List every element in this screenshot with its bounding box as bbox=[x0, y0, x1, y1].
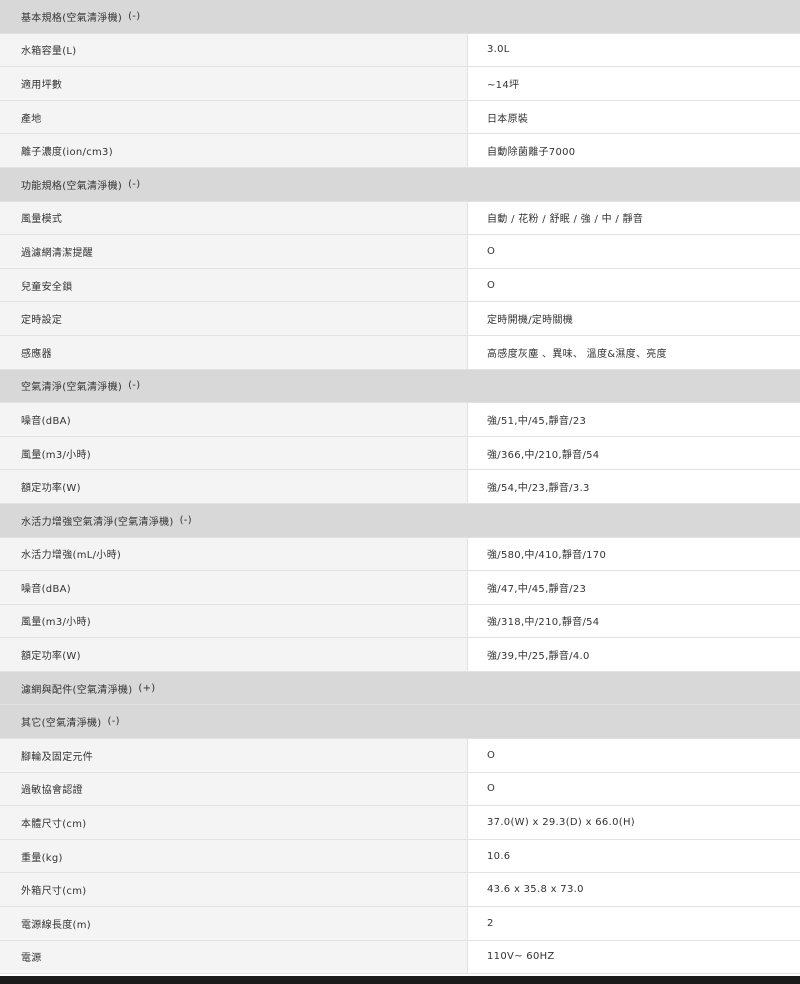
spec-value: O bbox=[468, 268, 800, 302]
spec-row: 重量(kg) 10.6 bbox=[0, 839, 800, 874]
spec-value: 2 bbox=[468, 907, 800, 940]
spec-value: 日本原裝 bbox=[468, 100, 800, 134]
spec-row: 過濾網清潔提醒 O bbox=[0, 235, 800, 269]
spec-label: 外箱尺寸(cm) bbox=[0, 873, 468, 907]
spec-label: 兒童安全鎖 bbox=[0, 268, 468, 302]
section-header[interactable]: 其它(空氣清淨機) (-) bbox=[0, 705, 800, 740]
spec-row: 定時設定 定時開機/定時關機 bbox=[0, 302, 800, 336]
spec-value: 37.0(W) x 29.3(D) x 66.0(H) bbox=[468, 806, 800, 839]
spec-value: 10.6 bbox=[468, 839, 800, 873]
section-header[interactable]: 功能規格(空氣清淨機) (-) bbox=[0, 167, 800, 202]
spec-row: 風量(m3/小時) 強/318,中/210,靜音/54 bbox=[0, 604, 800, 639]
section-toggle[interactable]: (-) bbox=[128, 380, 140, 391]
section-header[interactable]: 水活力增強空氣清淨(空氣清淨機) (-) bbox=[0, 503, 800, 538]
section-title: 功能規格(空氣清淨機) bbox=[21, 180, 123, 192]
spec-value: ~14坪 bbox=[468, 67, 800, 100]
spec-value: 自動 / 花粉 / 舒眠 / 強 / 中 / 靜音 bbox=[468, 201, 800, 235]
spec-label: 電源線長度(m) bbox=[0, 907, 468, 940]
spec-row: 本體尺寸(cm) 37.0(W) x 29.3(D) x 66.0(H) bbox=[0, 806, 800, 840]
spec-value: 強/580,中/410,靜音/170 bbox=[468, 537, 800, 571]
spec-row: 額定功率(W) 強/39,中/25,靜音/4.0 bbox=[0, 638, 800, 672]
spec-row: 產地 日本原裝 bbox=[0, 100, 800, 135]
spec-value: 強/318,中/210,靜音/54 bbox=[468, 604, 800, 638]
spec-label: 定時設定 bbox=[0, 302, 468, 335]
spec-row: 過敏協會認證 O bbox=[0, 772, 800, 807]
spec-value: 強/366,中/210,靜音/54 bbox=[468, 436, 800, 470]
section-toggle[interactable]: (+) bbox=[138, 683, 155, 694]
spec-label: 感應器 bbox=[0, 335, 468, 369]
section-title: 濾網與配件(空氣清淨機) bbox=[21, 684, 133, 696]
spec-value: 強/54,中/23,靜音/3.3 bbox=[468, 470, 800, 503]
spec-row: 感應器 高感度灰塵 、異味、 溫度&濕度、亮度 bbox=[0, 335, 800, 370]
spec-row: 適用坪數 ~14坪 bbox=[0, 67, 800, 101]
spec-label: 噪音(dBA) bbox=[0, 403, 468, 436]
spec-label: 離子濃度(ion/cm3) bbox=[0, 134, 468, 167]
section-title: 空氣清淨(空氣清淨機) bbox=[21, 382, 123, 394]
spec-label: 重量(kg) bbox=[0, 839, 468, 873]
spec-label: 過濾網清潔提醒 bbox=[0, 235, 468, 268]
section-title: 其它(空氣清淨機) bbox=[21, 718, 102, 730]
spec-row: 電源線長度(m) 2 bbox=[0, 907, 800, 941]
spec-label: 水活力增強(mL/小時) bbox=[0, 537, 468, 571]
spec-row: 水活力增強(mL/小時) 強/580,中/410,靜音/170 bbox=[0, 537, 800, 572]
section-toggle[interactable]: (-) bbox=[180, 515, 192, 526]
spec-label: 本體尺寸(cm) bbox=[0, 806, 468, 839]
spec-value: 43.6 x 35.8 x 73.0 bbox=[468, 873, 800, 907]
spec-row: 兒童安全鎖 O bbox=[0, 268, 800, 303]
spec-value: 110V~ 60HZ bbox=[468, 940, 800, 974]
spec-label: 適用坪數 bbox=[0, 67, 468, 100]
spec-row: 腳輪及固定元件 O bbox=[0, 739, 800, 773]
section-toggle[interactable]: (-) bbox=[128, 11, 140, 22]
spec-label: 風量模式 bbox=[0, 201, 468, 235]
spec-label: 過敏協會認證 bbox=[0, 772, 468, 806]
spec-value: 3.0L bbox=[468, 33, 800, 67]
section-toggle[interactable]: (-) bbox=[128, 179, 140, 190]
spec-label: 電源 bbox=[0, 940, 468, 974]
section-title: 水活力增強空氣清淨(空氣清淨機) bbox=[21, 516, 174, 528]
spec-value: 定時開機/定時關機 bbox=[468, 302, 800, 335]
section-header[interactable]: 基本規格(空氣清淨機) (-) bbox=[0, 0, 800, 34]
spec-value: 高感度灰塵 、異味、 溫度&濕度、亮度 bbox=[468, 335, 800, 369]
spec-value: 強/51,中/45,靜音/23 bbox=[468, 403, 800, 436]
spec-value: 強/47,中/45,靜音/23 bbox=[468, 571, 800, 604]
spec-row: 額定功率(W) 強/54,中/23,靜音/3.3 bbox=[0, 470, 800, 504]
spec-table: 基本規格(空氣清淨機) (-) 水箱容量(L) 3.0L 適用坪數 ~14坪 產地 日本原裝離… bbox=[0, 0, 800, 975]
spec-label: 水箱容量(L) bbox=[0, 33, 468, 67]
spec-row: 風量模式 自動 / 花粉 / 舒眠 / 強 / 中 / 靜音 bbox=[0, 201, 800, 236]
section-toggle[interactable]: (-) bbox=[108, 716, 120, 727]
spec-value: 自動除菌離子7000 bbox=[468, 134, 800, 167]
spec-value: O bbox=[468, 739, 800, 772]
spec-label: 額定功率(W) bbox=[0, 638, 468, 671]
spec-value: O bbox=[468, 235, 800, 268]
spec-value: 強/39,中/25,靜音/4.0 bbox=[468, 638, 800, 671]
bottom-bar bbox=[0, 976, 800, 984]
spec-row: 外箱尺寸(cm) 43.6 x 35.8 x 73.0 bbox=[0, 873, 800, 908]
spec-row: 風量(m3/小時) 強/366,中/210,靜音/54 bbox=[0, 436, 800, 471]
spec-row: 噪音(dBA) 強/47,中/45,靜音/23 bbox=[0, 571, 800, 605]
spec-value: O bbox=[468, 772, 800, 806]
spec-label: 風量(m3/小時) bbox=[0, 436, 468, 470]
spec-label: 腳輪及固定元件 bbox=[0, 739, 468, 772]
spec-row: 噪音(dBA) 強/51,中/45,靜音/23 bbox=[0, 403, 800, 437]
spec-label: 額定功率(W) bbox=[0, 470, 468, 503]
section-header[interactable]: 空氣清淨(空氣清淨機) (-) bbox=[0, 369, 800, 404]
spec-row: 電源 110V~ 60HZ bbox=[0, 940, 800, 975]
spec-label: 噪音(dBA) bbox=[0, 571, 468, 604]
spec-label: 產地 bbox=[0, 100, 468, 134]
spec-row: 水箱容量(L) 3.0L bbox=[0, 33, 800, 68]
section-title: 基本規格(空氣清淨機) bbox=[21, 12, 123, 24]
spec-row: 離子濃度(ion/cm3) 自動除菌離子7000 bbox=[0, 134, 800, 168]
section-header[interactable]: 濾網與配件(空氣清淨機) (+) bbox=[0, 671, 800, 706]
spec-label: 風量(m3/小時) bbox=[0, 604, 468, 638]
